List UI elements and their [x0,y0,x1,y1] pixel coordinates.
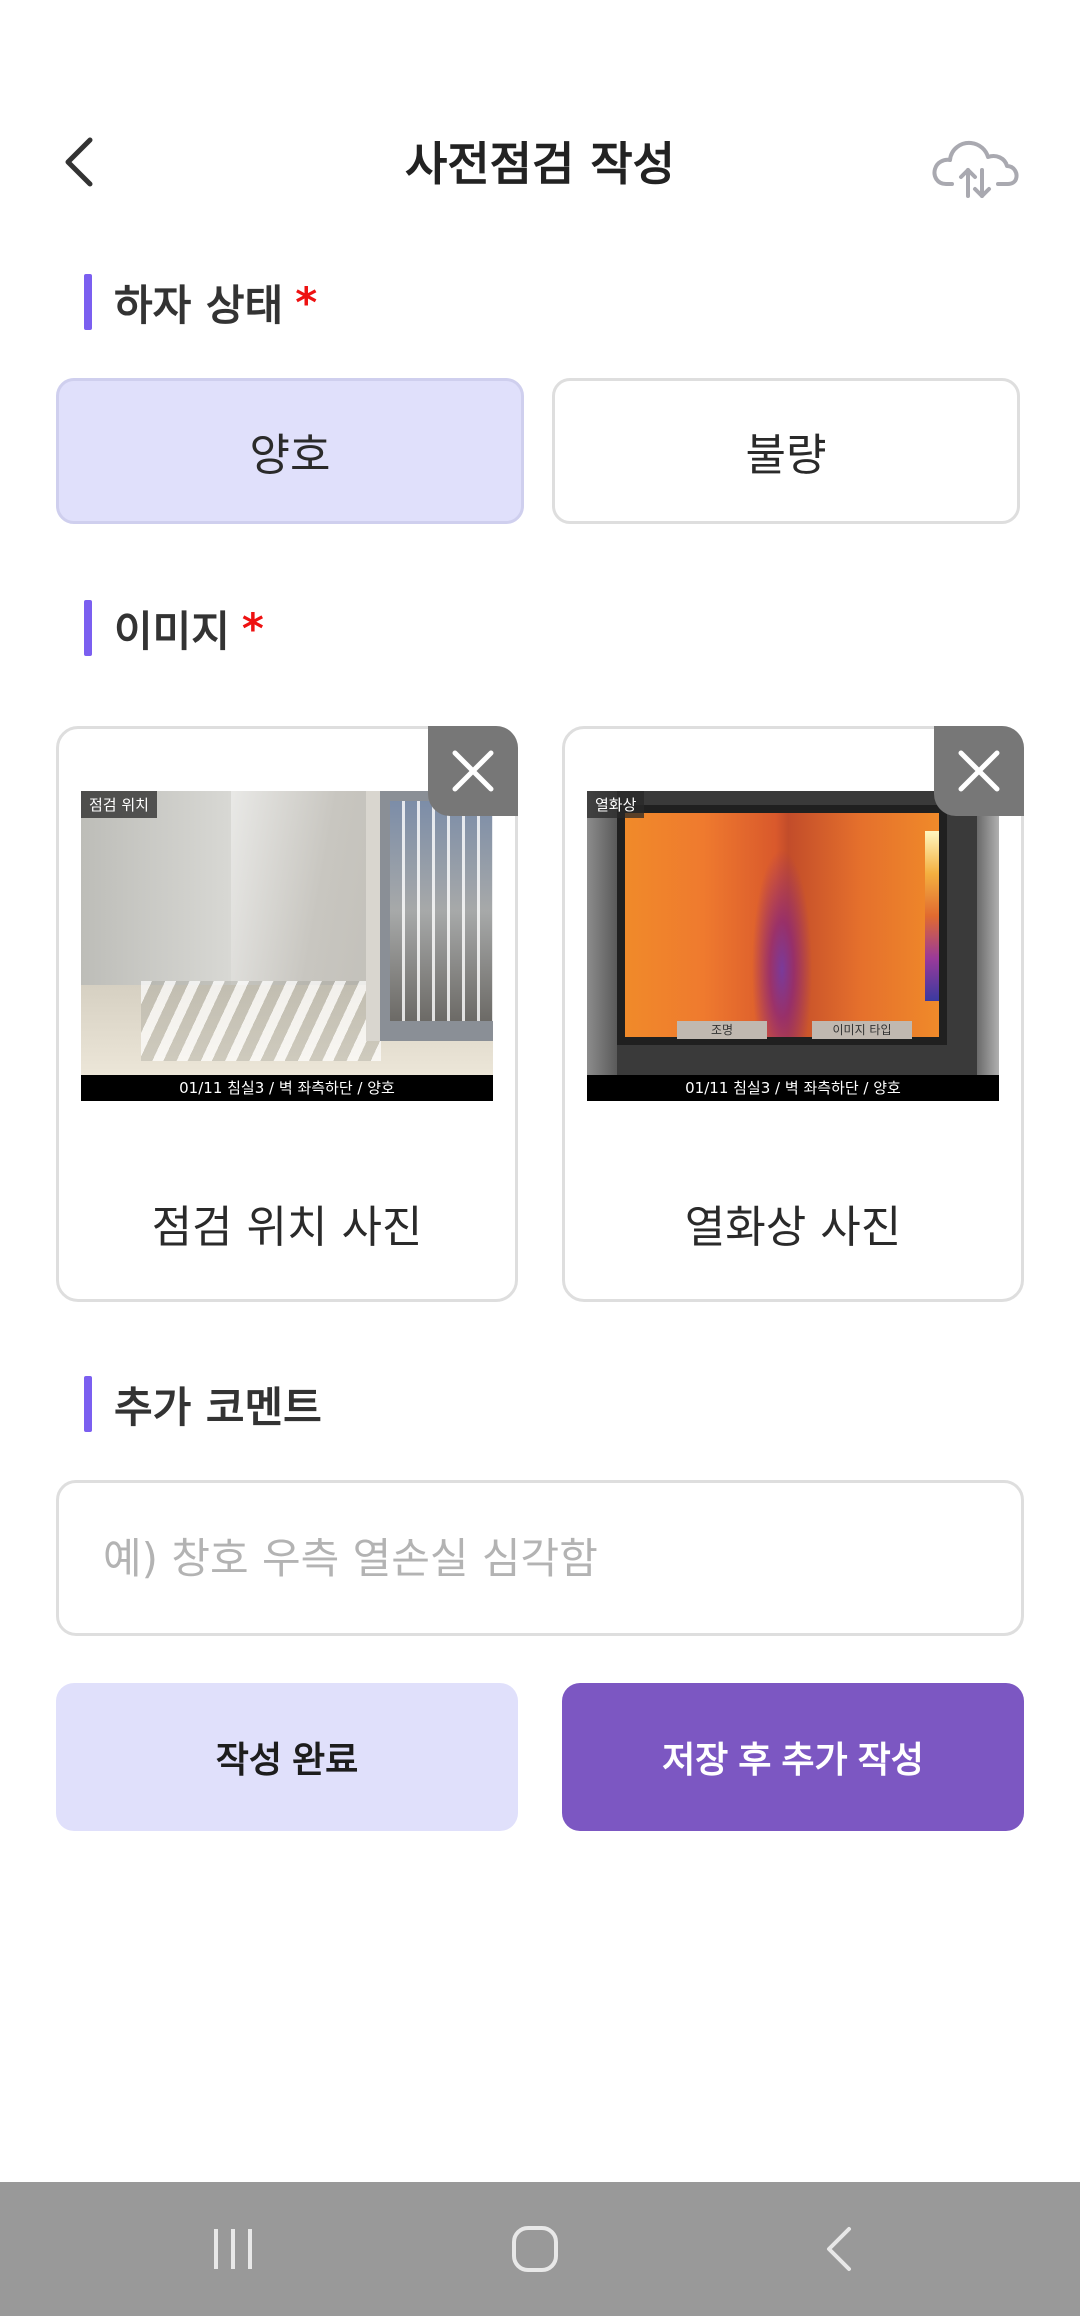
section-accent-bar [84,274,92,330]
images-header: 이미지 * [84,598,264,658]
photo-tag: 열화상 [587,791,645,818]
comment-label: 추가 코멘트 [114,1382,322,1432]
cloud-upload-button[interactable] [930,132,1020,202]
defect-status-header: 하자 상태 * [84,272,317,332]
comment-input[interactable] [56,1480,1024,1636]
thermal-overlay-left: 조명 [677,1021,767,1039]
status-option-bad[interactable]: 불량 [552,378,1020,524]
recents-button[interactable] [178,2204,288,2294]
page-title: 사전점검 작성 [405,137,675,191]
thermal-photo-image: 조명 이미지 타입 [587,791,999,1101]
system-nav-bar [0,2182,1080,2316]
location-photo[interactable]: 점검 위치 01/11 침실3 / 벽 좌측하단 / 양호 [81,791,493,1101]
section-accent-bar [84,1376,92,1432]
location-photo-card[interactable]: 점검 위치 01/11 침실3 / 벽 좌측하단 / 양호 점검 위치 사진 [56,726,518,1302]
location-photo-label: 점검 위치 사진 [151,1202,423,1253]
home-icon [512,2226,558,2272]
room-photo-image [81,791,493,1101]
status-option-good[interactable]: 양호 [56,378,524,524]
section-accent-bar [84,600,92,656]
comment-header: 추가 코멘트 [84,1374,322,1434]
photo-tag: 점검 위치 [81,791,157,818]
thermal-photo-card[interactable]: 조명 이미지 타입 열화상 01/11 침실3 / 벽 좌측하단 / 양호 열화… [562,726,1024,1302]
defect-status-label: 하자 상태 [114,280,284,330]
system-back-button[interactable] [784,2204,894,2294]
required-mark: * [241,603,264,653]
home-button[interactable] [480,2204,590,2294]
recents-icon [214,2229,252,2269]
thermal-overlay-right: 이미지 타입 [812,1021,912,1039]
close-icon [452,750,494,792]
photo-stamp: 01/11 침실3 / 벽 좌측하단 / 양호 [81,1075,493,1101]
required-mark: * [295,277,318,327]
close-icon [958,750,1000,792]
photo-stamp: 01/11 침실3 / 벽 좌측하단 / 양호 [587,1075,999,1101]
thermal-photo[interactable]: 조명 이미지 타입 열화상 01/11 침실3 / 벽 좌측하단 / 양호 [587,791,999,1101]
images-label: 이미지 [114,606,230,656]
remove-thermal-photo-button[interactable] [934,726,1024,816]
cloud-upload-icon [932,140,1019,198]
back-icon [827,2227,851,2271]
remove-location-photo-button[interactable] [428,726,518,816]
thermal-photo-label: 열화상 사진 [684,1202,902,1253]
complete-button[interactable]: 작성 완료 [56,1683,518,1831]
save-and-add-button[interactable]: 저장 후 추가 작성 [562,1683,1024,1831]
